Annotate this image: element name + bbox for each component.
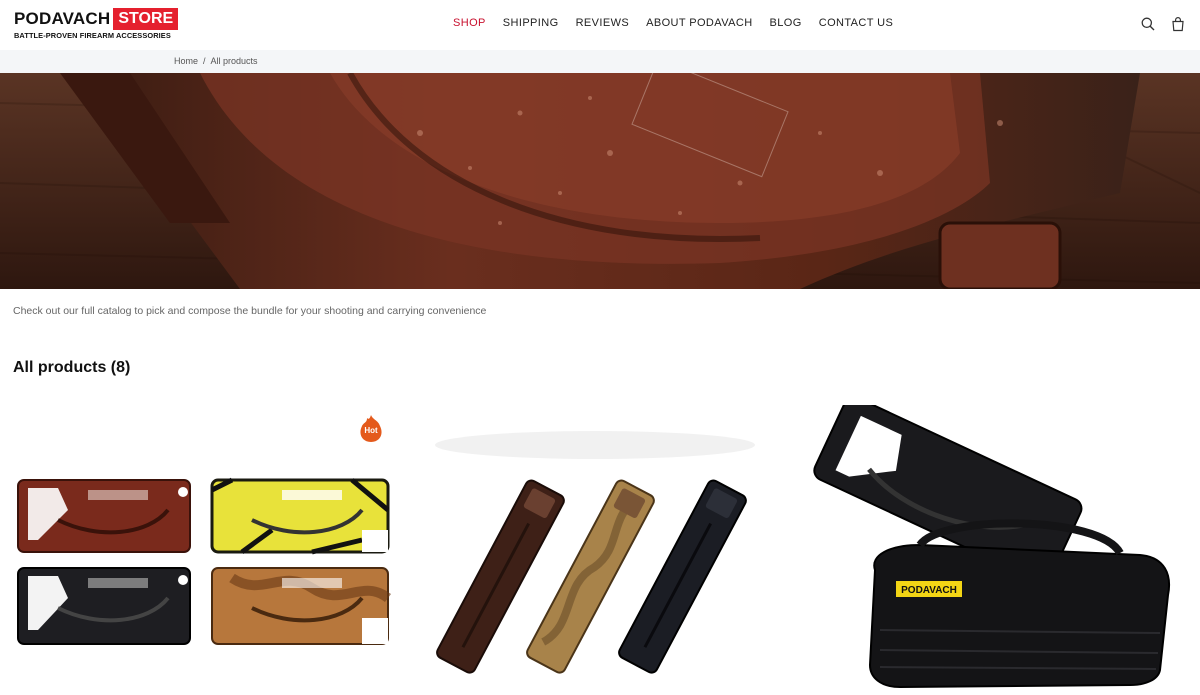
logo-tagline: BATTLE-PROVEN FIREARM ACCESSORIES: [14, 31, 171, 40]
nav-shop[interactable]: SHOP: [453, 17, 486, 29]
search-icon[interactable]: [1140, 16, 1156, 32]
bag-label: PODAVACH: [901, 585, 957, 596]
catalog-description: Check out our full catalog to pick and c…: [13, 305, 487, 317]
nav-blog[interactable]: BLOG: [770, 17, 802, 29]
main-nav: SHOP SHIPPING REVIEWS ABOUT PODAVACH BLO…: [453, 17, 893, 29]
nav-shipping[interactable]: SHIPPING: [503, 17, 559, 29]
product-card[interactable]: [405, 405, 795, 695]
logo-name: PODAVACH: [14, 9, 111, 28]
product-card[interactable]: [10, 405, 400, 695]
breadcrumb-bar: Home / All products: [0, 50, 1200, 73]
product-image: [10, 405, 400, 695]
header-actions: [1140, 16, 1186, 32]
site-header: PODAVACH STORE BATTLE-PROVEN FIREARM ACC…: [0, 0, 1200, 50]
product-image: PODAVACH: [800, 405, 1190, 695]
site-logo[interactable]: PODAVACH STORE BATTLE-PROVEN FIREARM ACC…: [14, 8, 184, 42]
breadcrumb: Home / All products: [174, 56, 258, 66]
nav-contact[interactable]: CONTACT US: [819, 17, 894, 29]
breadcrumb-separator: /: [203, 56, 206, 66]
hero-image: [0, 73, 1200, 289]
cart-icon[interactable]: [1170, 16, 1186, 32]
logo-store-badge: STORE: [113, 8, 179, 30]
product-image: [405, 405, 795, 695]
product-card[interactable]: PODAVACH: [800, 405, 1190, 695]
logo-wordmark: PODAVACH STORE: [14, 8, 184, 30]
nav-reviews[interactable]: REVIEWS: [576, 17, 630, 29]
hot-badge-label: Hot: [364, 426, 378, 435]
breadcrumb-home[interactable]: Home: [174, 56, 198, 66]
page-title: All products (8): [13, 359, 131, 376]
breadcrumb-current: All products: [210, 56, 258, 66]
nav-about[interactable]: ABOUT PODAVACH: [646, 17, 752, 29]
hot-badge: Hot: [358, 414, 384, 444]
hero-banner: [0, 73, 1200, 289]
